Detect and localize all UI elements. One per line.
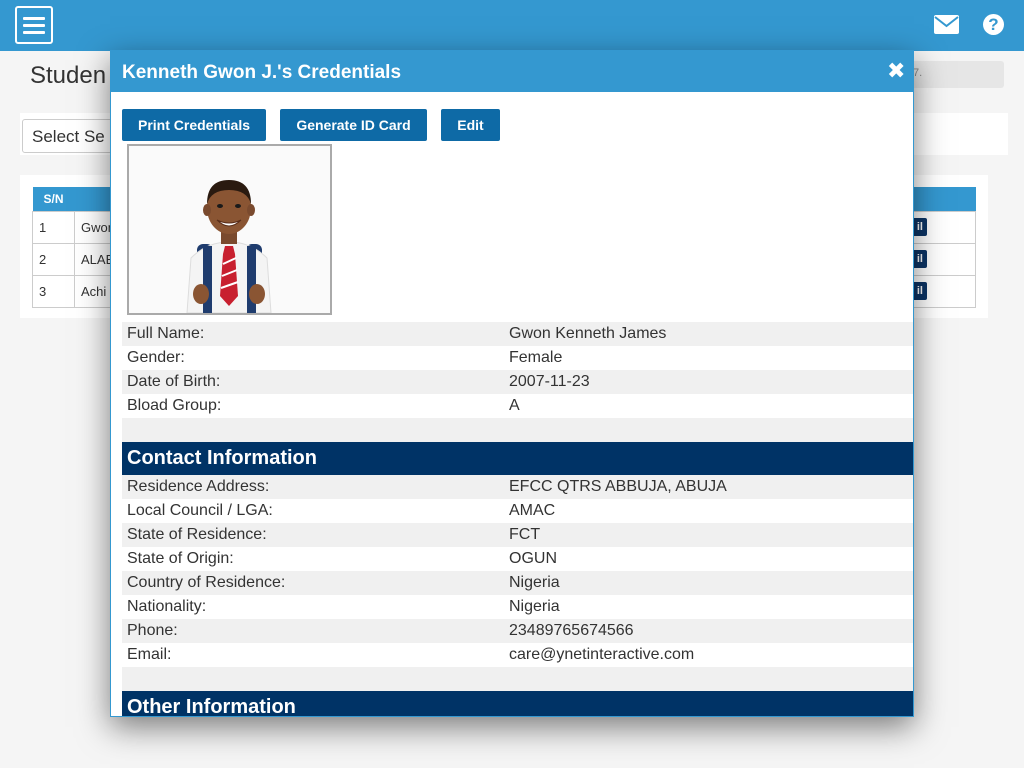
top-navbar: ? <box>0 0 1024 51</box>
student-photo <box>127 144 332 315</box>
row-spacer <box>122 667 913 691</box>
field-value: AMAC <box>509 502 556 519</box>
print-credentials-button[interactable]: Print Credentials <box>122 109 266 141</box>
student-photo-illustration <box>129 146 330 313</box>
breadcrumb: 7. <box>905 61 1004 88</box>
info-row-state-of-residence: State of Residence: FCT <box>122 523 913 547</box>
field-value: Female <box>509 349 563 366</box>
field-value: Nigeria <box>509 574 560 591</box>
row-spacer <box>122 418 913 442</box>
credentials-modal: Kenneth Gwon J.'s Credentials ✖ Print Cr… <box>110 50 914 717</box>
info-row-gender: Gender: Female <box>122 346 913 370</box>
field-label: State of Residence: <box>127 526 267 543</box>
modal-header: Kenneth Gwon J.'s Credentials ✖ <box>111 51 913 92</box>
modal-title: Kenneth Gwon J.'s Credentials <box>122 62 402 83</box>
field-label: Date of Birth: <box>127 373 221 390</box>
field-label: Local Council / LGA: <box>127 502 273 519</box>
field-value: Nigeria <box>509 598 560 615</box>
field-value: Gwon Kenneth James <box>509 325 667 342</box>
generate-id-card-button[interactable]: Generate ID Card <box>280 109 427 141</box>
info-row-residence-address: Residence Address: EFCC QTRS ABBUJA, ABU… <box>122 475 913 499</box>
field-value: 23489765674566 <box>509 622 634 639</box>
info-row-email: Email: care@ynetinteractive.com <box>122 643 913 667</box>
info-row-state-of-origin: State of Origin: OGUN <box>122 547 913 571</box>
cell-sn: 3 <box>32 274 75 308</box>
cell-sn: 1 <box>32 210 75 244</box>
field-label: Residence Address: <box>127 478 270 495</box>
edit-button[interactable]: Edit <box>441 109 500 141</box>
column-header-sn: S/N <box>32 187 75 211</box>
field-label: Country of Residence: <box>127 574 286 591</box>
info-row-lga: Local Council / LGA: AMAC <box>122 499 913 523</box>
field-value: FCT <box>509 526 541 543</box>
envelope-icon[interactable] <box>934 15 959 34</box>
field-value: EFCC QTRS ABBUJA, ABUJA <box>509 478 727 495</box>
cell-sn: 2 <box>32 242 75 276</box>
field-value: A <box>509 397 520 414</box>
field-label: Bload Group: <box>127 397 222 414</box>
page-title: Studen <box>30 62 107 89</box>
info-row-full-name: Full Name: Gwon Kenneth James <box>122 322 913 346</box>
field-label: Nationality: <box>127 598 207 615</box>
field-value: 2007-11-23 <box>509 373 590 390</box>
info-row-blood-group: Bload Group: A <box>122 394 913 418</box>
hamburger-menu-icon[interactable] <box>15 6 53 44</box>
field-label: Phone: <box>127 622 178 639</box>
field-value: care@ynetinteractive.com <box>509 646 695 663</box>
field-label: Email: <box>127 646 172 663</box>
question-circle-icon[interactable]: ? <box>983 14 1004 35</box>
section-heading-other: Other Information <box>122 691 913 716</box>
field-label: Gender: <box>127 349 185 366</box>
section-heading-contact: Contact Information <box>122 442 913 475</box>
close-icon[interactable]: ✖ <box>887 60 905 82</box>
info-row-nationality: Nationality: Nigeria <box>122 595 913 619</box>
field-label: State of Origin: <box>127 550 234 567</box>
field-label: Full Name: <box>127 325 205 342</box>
field-value: OGUN <box>509 550 557 567</box>
info-row-phone: Phone: 23489765674566 <box>122 619 913 643</box>
info-row-dob: Date of Birth: 2007-11-23 <box>122 370 913 394</box>
info-row-country-of-residence: Country of Residence: Nigeria <box>122 571 913 595</box>
